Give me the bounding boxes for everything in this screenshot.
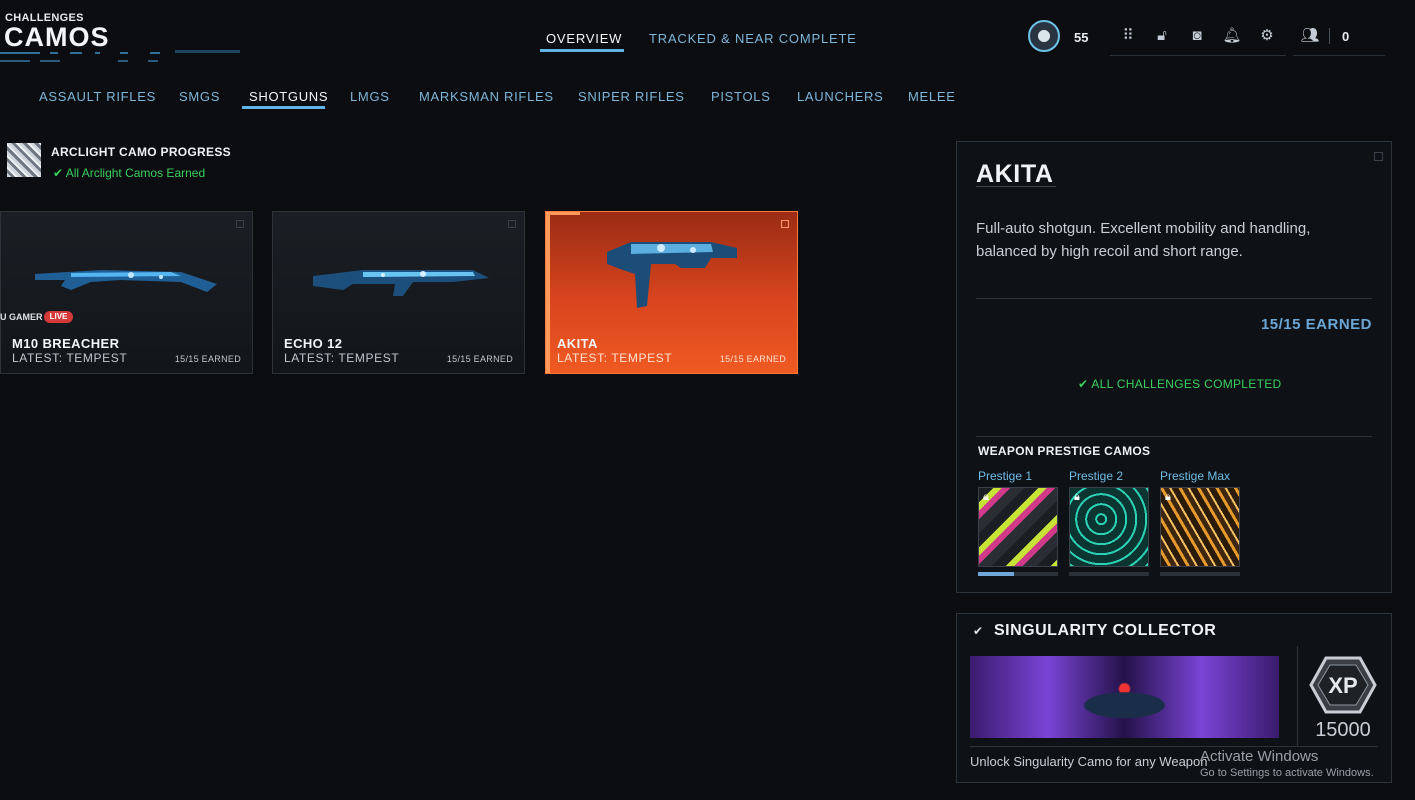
category-lmgs[interactable]: LMGS xyxy=(350,89,390,104)
lock-icon: 🔒︎ xyxy=(1074,491,1080,503)
corner-marker xyxy=(508,220,516,228)
unlock-icon[interactable]: 🔓︎ xyxy=(1152,27,1172,45)
weapon-latest-camo: LATEST: TEMPEST xyxy=(12,351,128,365)
tab-tracked-near-complete[interactable]: TRACKED & NEAR COMPLETE xyxy=(649,31,857,46)
divider xyxy=(1297,646,1298,746)
detail-earned-count: 15/15 EARNED xyxy=(1260,316,1372,333)
weapon-card-echo-12[interactable]: ECHO 12 LATEST: TEMPEST 15/15 EARNED xyxy=(272,211,525,374)
corner-marker xyxy=(236,220,244,228)
shotgun-image xyxy=(35,270,217,292)
weapon-earned-count: 15/15 EARNED xyxy=(446,354,513,364)
weapon-name: ECHO 12 xyxy=(284,336,343,351)
weapon-name: AKITA xyxy=(557,336,598,351)
camera-icon[interactable]: ◙ xyxy=(1187,27,1207,45)
weapon-card-m10-breacher[interactable]: M10 BREACHER LATEST: TEMPEST 15/15 EARNE… xyxy=(0,211,253,374)
prestige-1-camo[interactable]: 🔒︎ xyxy=(978,487,1058,567)
arclight-status: ✔ All Arclight Camos Earned xyxy=(53,166,205,180)
singularity-description: Unlock Singularity Camo for any Weapon xyxy=(970,754,1208,769)
active-category-underline xyxy=(242,106,325,109)
prestige-max-progress xyxy=(1160,572,1240,576)
challenges-complete-status: ✔ ALL CHALLENGES COMPLETED xyxy=(1078,377,1281,391)
weapon-latest-camo: LATEST: TEMPEST xyxy=(557,351,673,365)
bell-icon[interactable]: 🔔︎ xyxy=(1222,27,1242,45)
friends-count: 0 xyxy=(1342,29,1350,44)
category-launchers[interactable]: LAUNCHERS xyxy=(797,89,883,104)
prestige-2-label: Prestige 2 xyxy=(1069,469,1124,483)
prestige-1-progress-fill xyxy=(978,572,1014,576)
arclight-status-text: All Arclight Camos Earned xyxy=(65,166,206,180)
weapon-card-akita[interactable]: AKITA LATEST: TEMPEST 15/15 EARNED xyxy=(545,211,798,374)
shotgun-image xyxy=(607,242,737,308)
arclight-progress-title: ARCLIGHT CAMO PROGRESS xyxy=(51,145,231,159)
prestige-max-camo[interactable]: 🔒︎ xyxy=(1160,487,1240,567)
tab-overview[interactable]: OVERVIEW xyxy=(546,31,622,46)
category-assault-rifles[interactable]: ASSAULT RIFLES xyxy=(39,89,156,104)
live-badge: LIVE xyxy=(44,311,73,323)
shotgun-image xyxy=(313,270,489,296)
xp-reward-amount: 15000 xyxy=(1315,719,1371,741)
check-icon: ✔ xyxy=(1078,377,1092,391)
corner-marker xyxy=(1374,152,1383,161)
check-icon: ✔ xyxy=(973,624,984,638)
page-title: CAMOS xyxy=(4,22,110,52)
detail-description: Full-auto shotgun. Excellent mobility an… xyxy=(976,220,1311,260)
category-melee[interactable]: MELEE xyxy=(908,89,956,104)
prestige-2-progress xyxy=(1069,572,1149,576)
header-decoration xyxy=(0,50,240,62)
grid-icon[interactable]: ⠿ xyxy=(1118,27,1138,45)
weapon-latest-camo: LATEST: TEMPEST xyxy=(284,351,400,365)
weapon-earned-count: 15/15 EARNED xyxy=(174,354,241,364)
activate-windows-watermark: Activate Windows xyxy=(1200,748,1319,765)
lock-icon: 🔒︎ xyxy=(983,491,989,503)
challenges-complete-text: ALL CHALLENGES COMPLETED xyxy=(1091,377,1282,391)
selected-indicator xyxy=(546,212,550,373)
prestige-camos-title: WEAPON PRESTIGE CAMOS xyxy=(978,444,1151,458)
active-tab-underline xyxy=(540,49,624,52)
activate-windows-subtitle: Go to Settings to activate Windows. xyxy=(1200,767,1374,779)
selected-indicator-top xyxy=(546,212,580,215)
rank-icon[interactable] xyxy=(1028,20,1060,52)
prestige-max-label: Prestige Max xyxy=(1160,469,1231,483)
corner-marker xyxy=(781,220,789,228)
arclight-camo-thumbnail xyxy=(7,143,41,177)
category-marksman-rifles[interactable]: MARKSMAN RIFLES xyxy=(419,89,554,104)
category-pistols[interactable]: PISTOLS xyxy=(711,89,771,104)
lock-icon: 🔒︎ xyxy=(1165,491,1171,503)
divider xyxy=(976,298,1372,299)
singularity-title: SINGULARITY COLLECTOR xyxy=(994,622,1217,639)
category-smgs[interactable]: SMGS xyxy=(179,89,220,104)
friends-icon[interactable]: 👥︎ xyxy=(1300,27,1320,45)
singularity-camo-image xyxy=(970,656,1279,738)
divider xyxy=(970,746,1378,747)
weapon-name: M10 BREACHER xyxy=(12,336,120,351)
category-shotguns[interactable]: SHOTGUNS xyxy=(249,89,328,104)
xp-icon: XP xyxy=(1309,656,1377,714)
check-icon: ✔ xyxy=(53,166,66,180)
xp-label: XP xyxy=(1328,673,1357,698)
detail-weapon-name: AKITA xyxy=(976,160,1054,188)
category-sniper-rifles[interactable]: SNIPER RIFLES xyxy=(578,89,685,104)
divider xyxy=(976,436,1372,437)
streamer-name: U GAMER xyxy=(0,312,43,322)
player-level: 55 xyxy=(1074,30,1089,45)
divider xyxy=(976,186,1056,187)
prestige-2-camo[interactable]: 🔒︎ xyxy=(1069,487,1149,567)
prestige-1-label: Prestige 1 xyxy=(978,469,1033,483)
divider xyxy=(1329,28,1330,44)
weapon-earned-count: 15/15 EARNED xyxy=(719,354,786,364)
gear-icon[interactable]: ⚙ xyxy=(1257,27,1277,45)
